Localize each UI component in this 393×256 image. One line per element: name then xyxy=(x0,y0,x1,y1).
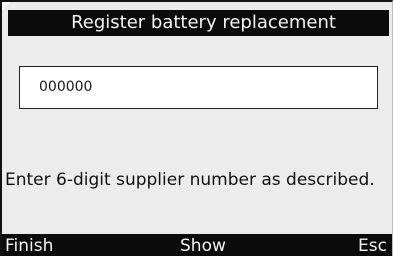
softkey-bar: Finish Show Esc xyxy=(2,234,392,256)
screen-title: Register battery replacement xyxy=(8,10,389,36)
instruction-message: Enter 6-digit supplier number as describ… xyxy=(5,170,375,190)
show-softkey[interactable]: Show xyxy=(180,234,226,256)
finish-softkey[interactable]: Finish xyxy=(5,234,53,256)
esc-softkey[interactable]: Esc xyxy=(358,234,387,256)
device-screen: Register battery replacement 000000 Ente… xyxy=(0,0,393,256)
supplier-number-input[interactable]: 000000 xyxy=(19,66,378,109)
